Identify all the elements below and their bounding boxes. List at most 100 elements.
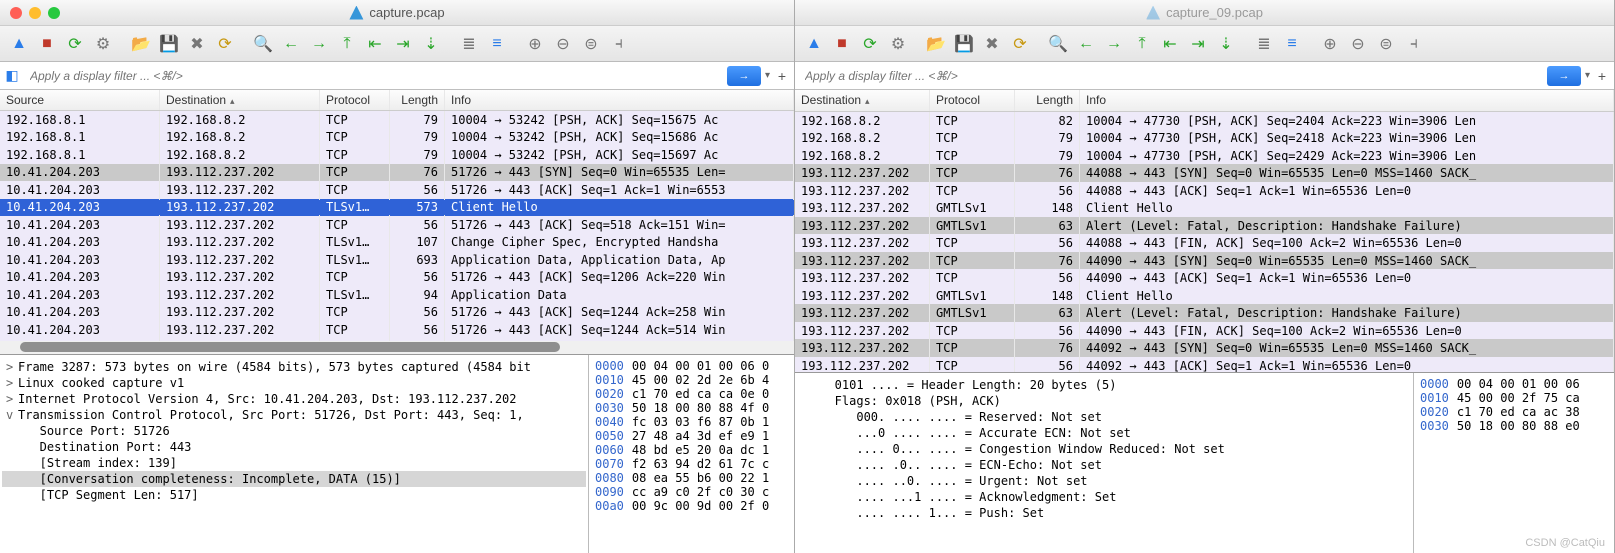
hex-line[interactable]: 00a000 9c 00 9d 00 2f 0 <box>591 499 792 513</box>
go-forward-icon[interactable]: → <box>306 31 332 57</box>
packet-row[interactable]: 10.41.204.203193.112.237.202TLSv1…573Cli… <box>0 199 794 217</box>
packet-row[interactable]: 193.112.237.202TCP5644090 → 443 [ACK] Se… <box>795 269 1614 287</box>
go-last-icon[interactable]: ⇥ <box>1185 31 1211 57</box>
hex-line[interactable]: 000000 04 00 01 00 06 <box>1416 377 1612 391</box>
tree-line[interactable]: [Conversation completeness: Incomplete, … <box>2 471 586 487</box>
find-packet-icon[interactable]: 🔍 <box>1045 31 1071 57</box>
expand-icon[interactable] <box>801 474 813 488</box>
expand-icon[interactable] <box>801 394 813 408</box>
packet-row[interactable]: 192.168.8.1192.168.8.2TCP7910004 → 53242… <box>0 146 794 164</box>
expand-icon[interactable] <box>6 440 18 454</box>
dropdown-icon[interactable]: ▾ <box>765 70 770 81</box>
hex-line[interactable]: 005027 48 a4 3d ef e9 1 <box>591 429 792 443</box>
maximize-window-icon[interactable] <box>48 7 60 19</box>
packet-row[interactable]: 10.41.204.203193.112.237.202TLSv1…107Cha… <box>0 234 794 252</box>
header-source[interactable]: Source <box>0 90 160 110</box>
tree-line[interactable]: .... .0.. .... = ECN-Echo: Not set <box>797 457 1411 473</box>
auto-scroll-icon[interactable]: ⇣ <box>1213 31 1239 57</box>
go-to-packet-icon[interactable]: ⤒ <box>1129 31 1155 57</box>
expand-icon[interactable] <box>801 506 813 520</box>
zoom-out-icon[interactable]: ⊖ <box>550 31 576 57</box>
shark-fin-icon[interactable]: ▲ <box>6 31 32 57</box>
horizontal-scrollbar[interactable] <box>0 341 794 354</box>
close-window-icon[interactable] <box>10 7 22 19</box>
tree-line[interactable]: 0101 .... = Header Length: 20 bytes (5) <box>797 377 1411 393</box>
packet-row[interactable]: 192.168.8.2TCP8210004 → 47730 [PSH, ACK]… <box>795 112 1614 130</box>
dropdown-icon[interactable]: ▾ <box>1585 70 1590 81</box>
restart-capture-icon[interactable]: ⟳ <box>857 31 883 57</box>
apply-filter-button[interactable]: → <box>1547 66 1581 86</box>
packet-row[interactable]: 193.112.237.202GMTLSv163Alert (Level: Fa… <box>795 304 1614 322</box>
expand-icon[interactable] <box>801 410 813 424</box>
go-back-icon[interactable]: ← <box>1073 31 1099 57</box>
expand-icon[interactable] <box>801 458 813 472</box>
tree-line[interactable]: Flags: 0x018 (PSH, ACK) <box>797 393 1411 409</box>
hex-line[interactable]: 008008 ea 55 b6 00 22 1 <box>591 471 792 485</box>
tree-line[interactable]: .... ..0. .... = Urgent: Not set <box>797 473 1411 489</box>
tree-line[interactable]: vTransmission Control Protocol, Src Port… <box>2 407 586 423</box>
hex-line[interactable]: 0040fc 03 03 f6 87 0b 1 <box>591 415 792 429</box>
packet-row[interactable]: 192.168.8.2TCP7910004 → 47730 [PSH, ACK]… <box>795 129 1614 147</box>
minimize-window-icon[interactable] <box>29 7 41 19</box>
display-filter-input[interactable] <box>24 66 723 86</box>
zoom-in-icon[interactable]: ⊕ <box>1317 31 1343 57</box>
reload-icon[interactable]: ⟳ <box>212 31 238 57</box>
expand-icon[interactable] <box>6 472 18 486</box>
expand-icon[interactable] <box>801 426 813 440</box>
find-packet-icon[interactable]: 🔍 <box>250 31 276 57</box>
resize-columns-icon[interactable]: ⫞ <box>606 31 632 57</box>
hex-line[interactable]: 001045 00 02 2d 2e 6b 4 <box>591 373 792 387</box>
header-length[interactable]: Length <box>1015 90 1080 111</box>
header-destination[interactable]: Destination▴ <box>160 90 320 110</box>
go-back-icon[interactable]: ← <box>278 31 304 57</box>
auto-scroll-icon[interactable]: ⇣ <box>418 31 444 57</box>
tree-line[interactable]: >Linux cooked capture v1 <box>2 375 586 391</box>
hex-line[interactable]: 003050 18 00 80 88 e0 <box>1416 419 1612 433</box>
packet-details-tree[interactable]: 0101 .... = Header Length: 20 bytes (5) … <box>795 373 1414 553</box>
open-file-icon[interactable]: 📂 <box>923 31 949 57</box>
packet-row[interactable]: 193.112.237.202TCP7644088 → 443 [SYN] Se… <box>795 164 1614 182</box>
packet-row[interactable]: 10.41.204.203193.112.237.202TCP5651726 →… <box>0 304 794 322</box>
packet-row[interactable]: 193.112.237.202TCP5644090 → 443 [FIN, AC… <box>795 322 1614 340</box>
hex-line[interactable]: 003050 18 00 80 88 4f 0 <box>591 401 792 415</box>
expand-icon[interactable]: > <box>6 360 18 374</box>
hex-line[interactable]: 0070f2 63 94 d2 61 7c c <box>591 457 792 471</box>
expand-icon[interactable] <box>6 488 18 502</box>
stop-capture-icon[interactable]: ■ <box>34 31 60 57</box>
zoom-reset-icon[interactable]: ⊜ <box>1373 31 1399 57</box>
expand-icon[interactable] <box>801 442 813 456</box>
expand-icon[interactable]: > <box>6 376 18 390</box>
apply-filter-button[interactable]: → <box>727 66 761 86</box>
add-filter-button[interactable]: + <box>1594 68 1610 84</box>
header-info[interactable]: Info <box>1080 90 1614 111</box>
tree-line[interactable]: .... 0... .... = Congestion Window Reduc… <box>797 441 1411 457</box>
capture-options-icon[interactable]: ⚙ <box>885 31 911 57</box>
save-file-icon[interactable]: 💾 <box>951 31 977 57</box>
packet-row[interactable]: 193.112.237.202TCP5644092 → 443 [ACK] Se… <box>795 357 1614 372</box>
tree-line[interactable]: ...0 .... .... = Accurate ECN: Not set <box>797 425 1411 441</box>
tree-line[interactable]: [Stream index: 139] <box>2 455 586 471</box>
packet-row[interactable]: 10.41.204.203193.112.237.202TCP7651726 →… <box>0 164 794 182</box>
resize-columns-icon[interactable]: ⫞ <box>1401 31 1427 57</box>
expand-icon[interactable]: v <box>6 408 18 422</box>
hex-line[interactable]: 0020c1 70 ed ca ac 38 <box>1416 405 1612 419</box>
tree-line[interactable]: .... ...1 .... = Acknowledgment: Set <box>797 489 1411 505</box>
capture-options-icon[interactable]: ⚙ <box>90 31 116 57</box>
hex-line[interactable]: 000000 04 00 01 00 06 0 <box>591 359 792 373</box>
expand-icon[interactable] <box>801 490 813 504</box>
packet-bytes-hex[interactable]: 000000 04 00 01 00 06 0001045 00 02 2d 2… <box>589 355 794 553</box>
hex-line[interactable]: 001045 00 00 2f 75 ca <box>1416 391 1612 405</box>
colorize-icon[interactable]: ≣ <box>456 31 482 57</box>
packet-row[interactable]: 193.112.237.202TCP5644088 → 443 [ACK] Se… <box>795 182 1614 200</box>
packet-row[interactable]: 193.112.237.202TCP5644088 → 443 [FIN, AC… <box>795 234 1614 252</box>
zoom-out-icon[interactable]: ⊖ <box>1345 31 1371 57</box>
packet-row[interactable]: 193.112.237.202TCP7644092 → 443 [SYN] Se… <box>795 339 1614 357</box>
tree-line[interactable]: >Frame 3287: 573 bytes on wire (4584 bit… <box>2 359 586 375</box>
go-first-icon[interactable]: ⇤ <box>362 31 388 57</box>
zoom-reset-icon[interactable]: ⊜ <box>578 31 604 57</box>
packet-row[interactable]: 192.168.8.1192.168.8.2TCP7910004 → 53242… <box>0 111 794 129</box>
zoom-in-icon[interactable]: ⊕ <box>522 31 548 57</box>
display-filter-input[interactable] <box>799 66 1543 86</box>
expand-icon[interactable]: > <box>6 392 18 406</box>
header-protocol[interactable]: Protocol <box>930 90 1015 111</box>
